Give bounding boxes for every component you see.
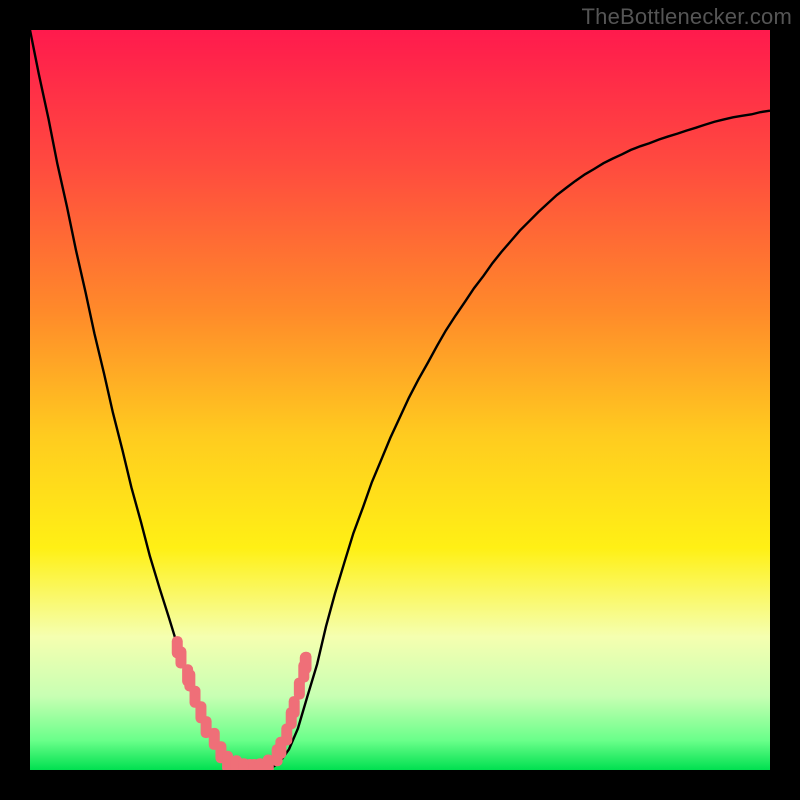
points-bottom — [222, 751, 274, 770]
points-left-point — [190, 686, 201, 708]
points-right-point — [294, 678, 305, 700]
bottleneck-curve — [30, 30, 770, 770]
points-left-point — [215, 741, 226, 763]
points-right — [272, 652, 312, 767]
points-left-point — [172, 636, 183, 658]
plot-area — [30, 30, 770, 770]
points-left-point — [209, 728, 220, 750]
points-right-point — [301, 652, 312, 674]
points-left-point — [184, 669, 195, 691]
points-bottom-point — [222, 751, 233, 770]
points-left — [172, 636, 227, 763]
points-left-point — [182, 664, 193, 686]
points-right-point — [286, 707, 297, 729]
points-bottom-point — [231, 755, 242, 770]
points-bottom-point — [238, 758, 249, 770]
points-bottom-point — [263, 755, 274, 770]
points-bottom-point — [244, 759, 255, 770]
points-left-point — [201, 716, 212, 738]
points-bottom-point — [249, 759, 260, 770]
points-bottom-point — [255, 758, 266, 770]
points-left-point — [195, 701, 206, 723]
points-right-point — [281, 723, 292, 745]
points-right-point — [300, 652, 311, 674]
watermark-text: TheBottleneсker.com — [582, 4, 792, 30]
plot-svg — [30, 30, 770, 770]
points-right-point — [298, 661, 309, 683]
points-right-point — [275, 737, 286, 759]
chart-container: TheBottleneсker.com — [0, 0, 800, 800]
points-right-point — [289, 696, 300, 718]
points-right-point — [272, 744, 283, 766]
points-left-point — [175, 647, 186, 669]
